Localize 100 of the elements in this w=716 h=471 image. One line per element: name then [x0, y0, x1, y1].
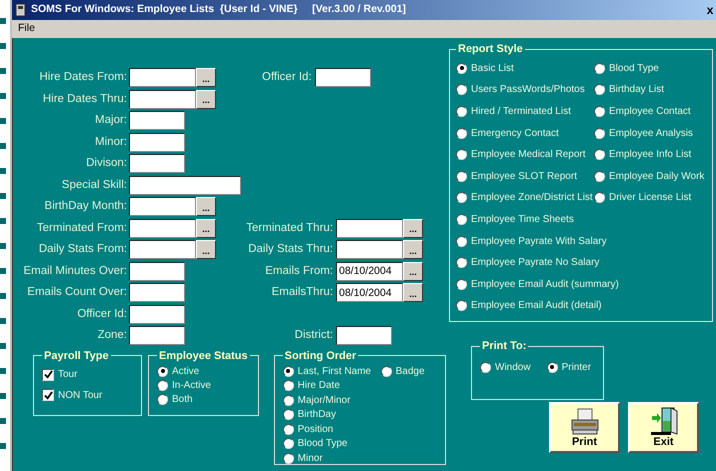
group-title: Sorting Order [284, 348, 358, 364]
option-label: Badge [396, 364, 425, 379]
text-field[interactable] [314, 68, 371, 88]
field-label: Emails Count Over: [26, 285, 128, 300]
radio-button[interactable] [282, 380, 294, 392]
field-label: Hire Dates From: [38, 70, 128, 86]
picker-button[interactable]: ... [403, 262, 423, 281]
option-label: Employee Zone/District List [471, 191, 593, 206]
picker-button[interactable]: ... [196, 68, 216, 88]
radio-button[interactable] [594, 128, 605, 139]
field-label: Daily Stats Thru: [247, 242, 334, 258]
option-label: Employee Medical Report [471, 148, 586, 162]
checkbox[interactable] [42, 389, 54, 402]
radio-button[interactable] [456, 170, 467, 182]
radio-button[interactable] [594, 170, 605, 182]
radio-button[interactable] [456, 214, 467, 225]
text-field[interactable] [129, 262, 185, 281]
text-field[interactable] [129, 283, 185, 302]
radio-button[interactable] [380, 366, 392, 377]
radio-button[interactable] [157, 380, 168, 390]
text-field[interactable] [129, 240, 196, 260]
text-field[interactable] [129, 218, 196, 238]
field-label: Terminated Thru: [245, 220, 334, 236]
radio-button[interactable] [282, 394, 294, 406]
radio-button[interactable] [456, 236, 467, 247]
radio-button[interactable] [157, 394, 168, 404]
text-field[interactable] [129, 68, 196, 88]
text-field[interactable]: 08/10/2004 [336, 262, 403, 281]
option-label: Employee Time Sheets [471, 212, 574, 227]
option-label: Blood Type [609, 62, 659, 76]
radio-button[interactable] [282, 452, 294, 464]
option-label: Driver License List [609, 191, 692, 206]
print-button[interactable]: Print [549, 402, 620, 453]
text-field[interactable] [336, 240, 403, 260]
option-label: Employee Email Audit (detail) [471, 299, 602, 314]
option-label: Minor [298, 452, 323, 466]
exit-button[interactable]: Exit [628, 402, 699, 453]
radio-button[interactable] [594, 192, 605, 204]
radio-button[interactable] [456, 278, 467, 290]
text-field[interactable] [129, 90, 196, 109]
text-field[interactable] [129, 132, 185, 152]
text-field[interactable] [336, 218, 403, 238]
radio-button[interactable] [546, 362, 558, 373]
radio-button[interactable] [456, 149, 467, 160]
text-field[interactable] [129, 197, 196, 216]
radio-button[interactable] [456, 300, 467, 312]
option-label: Major/Minor [298, 394, 350, 408]
picker-button[interactable]: ... [403, 240, 423, 260]
radio-button[interactable] [456, 192, 467, 204]
text-field[interactable] [336, 326, 392, 346]
group-title: Employee Status [158, 348, 249, 364]
radio-button[interactable] [282, 409, 294, 420]
text-field[interactable] [129, 111, 185, 130]
radio-button[interactable] [456, 257, 467, 268]
radio-button[interactable] [456, 84, 467, 96]
radio-button[interactable] [456, 128, 467, 139]
text-field[interactable] [129, 154, 185, 174]
option-label: Employee Payrate No Salary [471, 256, 600, 270]
close-button[interactable]: x [704, 4, 716, 16]
field-label: Officer Id: [76, 306, 128, 322]
text-field[interactable] [129, 176, 241, 195]
picker-button[interactable]: ... [196, 218, 216, 238]
option-label: Employee Contact [609, 104, 691, 119]
radio-button[interactable] [456, 62, 467, 74]
field-label: BirthDay Month: [44, 199, 128, 214]
text-field[interactable] [129, 326, 185, 346]
radio-button[interactable] [594, 84, 605, 96]
radio-button[interactable] [282, 438, 294, 450]
checkbox[interactable] [42, 368, 54, 381]
field-label: Terminated From: [36, 220, 128, 236]
option-label: Birthday List [609, 83, 664, 98]
radio-button[interactable] [157, 366, 168, 376]
app-icon [14, 3, 28, 17]
radio-button[interactable] [282, 424, 294, 435]
menu-item[interactable]: File [18, 21, 35, 37]
group-title: Payroll Type [43, 348, 110, 364]
option-label: Employee Daily Work [609, 170, 704, 184]
exit-door-icon [648, 406, 678, 436]
field-label: Emails From: [264, 264, 334, 279]
option-label: NON Tour [58, 388, 102, 403]
group-title: Report Style [457, 42, 524, 57]
picker-button[interactable]: ... [196, 197, 216, 216]
option-label: Employee Info List [609, 148, 692, 162]
field-label: District: [294, 328, 334, 344]
option-label: Employee Email Audit (summary) [471, 278, 619, 292]
radio-button[interactable] [456, 106, 467, 117]
radio-button[interactable] [594, 106, 605, 117]
picker-button[interactable]: ... [403, 218, 423, 238]
radio-button[interactable] [282, 366, 294, 377]
picker-button[interactable]: ... [403, 283, 423, 302]
field-label: Daily Stats From: [38, 242, 128, 258]
radio-button[interactable] [594, 62, 605, 74]
radio-button[interactable] [480, 362, 491, 373]
text-field[interactable] [129, 304, 185, 324]
radio-button[interactable] [594, 149, 605, 160]
text-field[interactable]: 08/10/2004 [336, 283, 403, 302]
option-label: Employee SLOT Report [471, 170, 577, 184]
picker-button[interactable]: ... [196, 90, 216, 109]
picker-button[interactable]: ... [196, 240, 216, 260]
option-label: Users PassWords/Photos [471, 83, 585, 98]
